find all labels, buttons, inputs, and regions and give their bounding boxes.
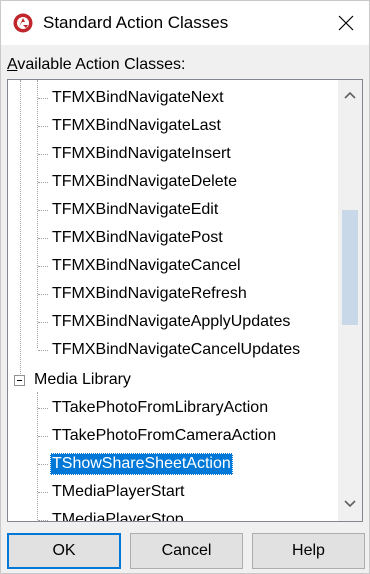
scroll-up-button[interactable] [338, 84, 362, 108]
help-button[interactable]: Help [252, 533, 365, 569]
scroll-down-button[interactable] [338, 493, 362, 517]
app-icon [13, 13, 33, 33]
tree-category-media-library[interactable]: Media Library [8, 366, 338, 394]
tree-item[interactable]: TFMXBindNavigateEdit [8, 196, 338, 224]
tree-rows: TFMXBindNavigateNext TFMXBindNavigateLas… [8, 80, 338, 521]
cancel-button[interactable]: Cancel [130, 533, 243, 569]
window-title: Standard Action Classes [43, 13, 229, 32]
tree-item[interactable]: TTakePhotoFromCameraAction [8, 422, 338, 450]
vertical-scrollbar[interactable] [338, 80, 362, 521]
tree-item[interactable]: TFMXBindNavigatePost [8, 224, 338, 252]
collapse-icon[interactable] [14, 375, 25, 386]
tree-item[interactable]: TFMXBindNavigateCancelUpdates [8, 336, 338, 364]
action-classes-tree[interactable]: TFMXBindNavigateNext TFMXBindNavigateLas… [7, 79, 363, 522]
tree-item[interactable]: TMediaPlayerStart [8, 478, 338, 506]
tree-item[interactable]: TFMXBindNavigateDelete [8, 168, 338, 196]
ok-button[interactable]: OK [7, 533, 121, 569]
tree-item[interactable]: TFMXBindNavigateInsert [8, 140, 338, 168]
tree-item[interactable]: TFMXBindNavigateLast [8, 112, 338, 140]
available-classes-label: Available Action Classes: [7, 56, 186, 73]
tree-item[interactable]: TFMXBindNavigateApplyUpdates [8, 308, 338, 336]
chevron-down-icon [344, 500, 356, 508]
tree-item[interactable]: TMediaPlayerStop [8, 506, 338, 521]
tree-item[interactable]: TFMXBindNavigateCancel [8, 252, 338, 280]
tree-item[interactable]: TFMXBindNavigateRefresh [8, 280, 338, 308]
close-button[interactable] [323, 1, 369, 45]
tree-item-selected[interactable]: TShowShareSheetAction [8, 450, 338, 478]
tree-item[interactable]: TTakePhotoFromLibraryAction [8, 394, 338, 422]
close-icon [338, 15, 354, 31]
scrollbar-thumb[interactable] [342, 210, 358, 325]
chevron-up-icon [344, 91, 356, 99]
title-bar[interactable]: Standard Action Classes [1, 1, 369, 45]
tree-item[interactable]: TFMXBindNavigateNext [8, 84, 338, 112]
dialog-window: Standard Action Classes Available Action… [0, 0, 370, 574]
